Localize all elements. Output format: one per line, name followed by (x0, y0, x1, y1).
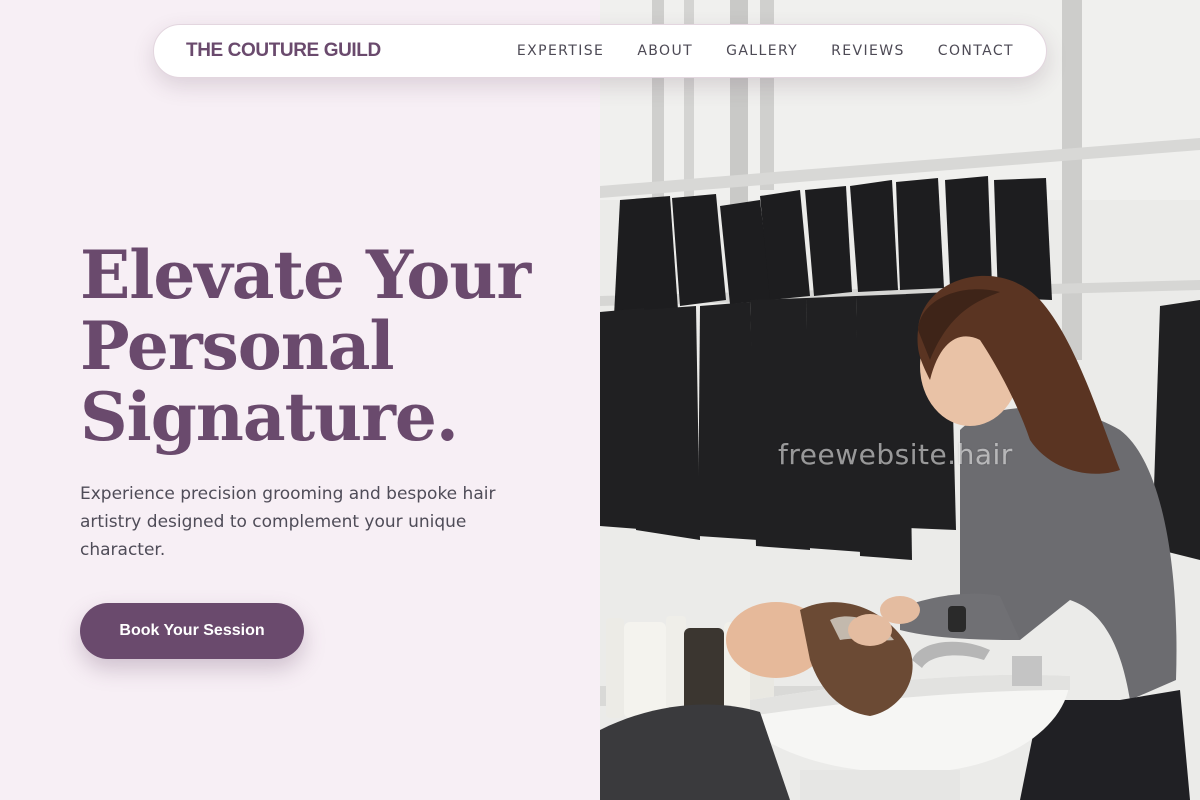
nav-link-contact[interactable]: CONTACT (938, 43, 1014, 59)
hero-headline-line: Signature. (80, 378, 459, 456)
hero-photo-panel: freewebsite.hair (600, 0, 1200, 800)
book-session-button[interactable]: Book Your Session (80, 603, 304, 659)
hero-headline-line: Personal (80, 307, 395, 385)
hero-headline-line: Elevate Your (80, 236, 531, 314)
salon-photo (600, 0, 1200, 800)
photo-watermark: freewebsite.hair (778, 438, 1013, 471)
nav-link-reviews[interactable]: REVIEWS (831, 43, 905, 59)
nav-link-expertise[interactable]: EXPERTISE (517, 43, 604, 59)
nav-links: EXPERTISE ABOUT GALLERY REVIEWS CONTACT (517, 43, 1014, 59)
brand-logo[interactable]: THE COUTURE GUILD (186, 40, 381, 62)
nav-link-about[interactable]: ABOUT (637, 43, 693, 59)
nav-link-gallery[interactable]: GALLERY (726, 43, 798, 59)
hero-headline: Elevate Your Personal Signature. (80, 240, 560, 453)
hero-subtext: Experience precision grooming and bespok… (80, 484, 496, 560)
top-navbar: THE COUTURE GUILD EXPERTISE ABOUT GALLER… (153, 24, 1047, 78)
